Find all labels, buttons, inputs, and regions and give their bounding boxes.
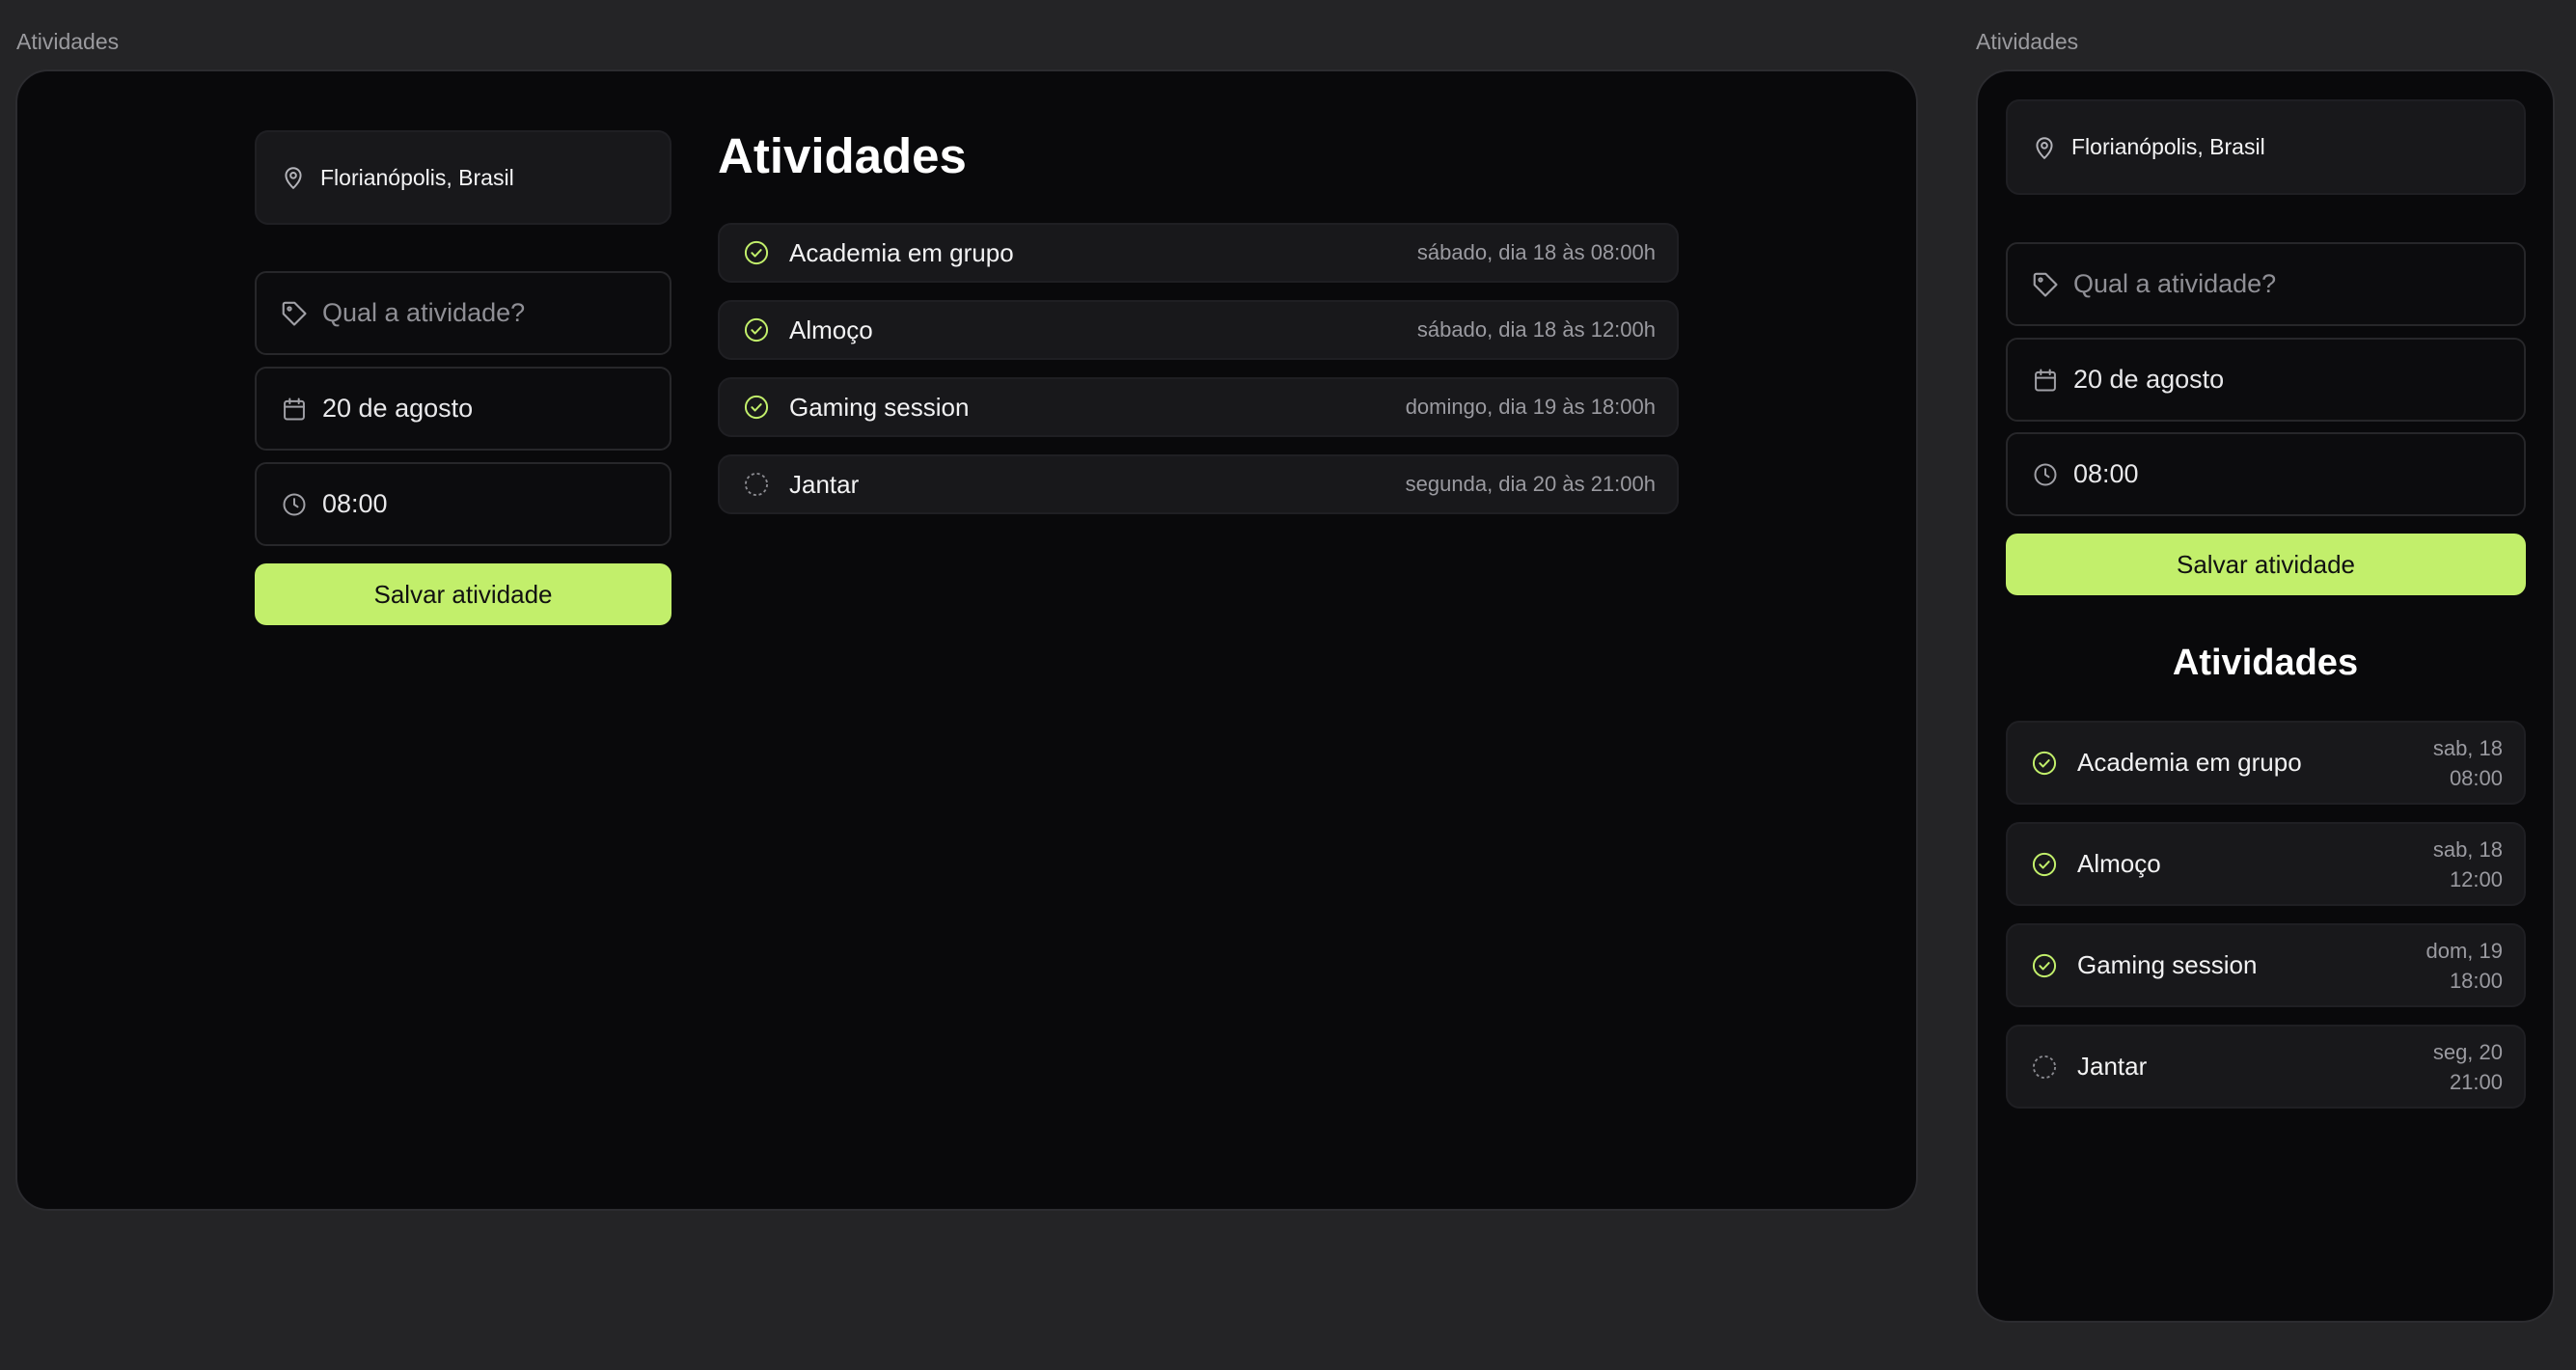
activity-name: Academia em grupo bbox=[789, 237, 1014, 267]
activity-row[interactable]: Gaming session dom, 19 18:00 bbox=[2006, 923, 2526, 1007]
map-pin-icon bbox=[2031, 134, 2058, 161]
activity-name: Almoço bbox=[789, 315, 873, 344]
activity-row[interactable]: Academia em grupo sábado, dia 18 às 08:0… bbox=[718, 223, 1679, 283]
date-input[interactable]: 20 de agosto bbox=[2006, 338, 2526, 422]
location-card: Florianópolis, Brasil bbox=[2006, 99, 2526, 195]
calendar-icon bbox=[2031, 366, 2060, 395]
activity-datetime: sábado, dia 18 às 08:00h bbox=[1416, 240, 1656, 264]
tag-icon bbox=[280, 299, 309, 328]
time-value: 08:00 bbox=[2073, 459, 2139, 488]
activity-day: dom, 19 bbox=[2425, 938, 2504, 963]
activity-day: seg, 20 bbox=[2432, 1039, 2503, 1064]
activity-datetime: sab, 18 12:00 bbox=[2433, 835, 2503, 894]
check-circle-icon[interactable] bbox=[2031, 952, 2058, 979]
desktop-frame: Florianópolis, Brasil Qual a atividade? … bbox=[15, 69, 1918, 1211]
activity-input[interactable]: Qual a atividade? bbox=[255, 271, 671, 355]
activity-time: 12:00 bbox=[2449, 866, 2503, 891]
activity-row[interactable]: Jantar seg, 20 21:00 bbox=[2006, 1025, 2526, 1109]
activity-time: 18:00 bbox=[2449, 968, 2503, 993]
time-input[interactable]: 08:00 bbox=[2006, 432, 2526, 516]
activities-heading: Atividades bbox=[718, 128, 967, 183]
date-input[interactable]: 20 de agosto bbox=[255, 367, 671, 451]
time-value: 08:00 bbox=[322, 489, 388, 518]
activity-day: sab, 18 bbox=[2432, 735, 2503, 760]
activity-name: Jantar bbox=[789, 469, 860, 499]
clock-icon bbox=[280, 490, 309, 519]
activity-name: Gaming session bbox=[2077, 950, 2258, 979]
date-value: 20 de agosto bbox=[2073, 365, 2225, 394]
location-text: Florianópolis, Brasil bbox=[320, 164, 514, 190]
activity-row[interactable]: Jantar segunda, dia 20 às 21:00h bbox=[718, 454, 1679, 514]
dashed-circle-icon[interactable] bbox=[743, 471, 770, 498]
mobile-frame: Florianópolis, Brasil Qual a atividade? … bbox=[1976, 69, 2555, 1323]
activity-datetime: dom, 19 18:00 bbox=[2426, 936, 2504, 996]
location-text: Florianópolis, Brasil bbox=[2071, 134, 2265, 159]
activity-name: Jantar bbox=[2077, 1052, 2148, 1081]
activity-time: 08:00 bbox=[2449, 765, 2503, 790]
time-input[interactable]: 08:00 bbox=[255, 462, 671, 546]
activities-heading: Atividades bbox=[2172, 643, 2359, 683]
desktop-frame-label: Atividades bbox=[16, 29, 120, 54]
mobile-frame-label: Atividades bbox=[1976, 29, 2079, 54]
activity-time: 21:00 bbox=[2449, 1069, 2503, 1094]
activity-datetime: segunda, dia 20 às 21:00h bbox=[1405, 472, 1656, 496]
check-circle-icon[interactable] bbox=[743, 394, 770, 421]
date-value: 20 de agosto bbox=[322, 394, 474, 423]
check-circle-icon[interactable] bbox=[743, 316, 770, 343]
activity-datetime: sábado, dia 18 às 12:00h bbox=[1416, 317, 1656, 342]
activity-name: Academia em grupo bbox=[2077, 748, 2302, 777]
save-activity-button[interactable]: Salvar atividade bbox=[2006, 534, 2526, 595]
tag-icon bbox=[2031, 270, 2060, 299]
activity-row[interactable]: Almoço sab, 18 12:00 bbox=[2006, 822, 2526, 906]
activity-row[interactable]: Academia em grupo sab, 18 08:00 bbox=[2006, 721, 2526, 805]
check-circle-icon[interactable] bbox=[2031, 851, 2058, 878]
activity-input-placeholder: Qual a atividade? bbox=[2073, 269, 2277, 298]
activity-row[interactable]: Almoço sábado, dia 18 às 12:00h bbox=[718, 300, 1679, 360]
dashed-circle-icon[interactable] bbox=[2031, 1054, 2058, 1081]
activity-datetime: domingo, dia 19 às 18:00h bbox=[1405, 395, 1656, 419]
map-pin-icon bbox=[280, 164, 307, 191]
check-circle-icon[interactable] bbox=[743, 239, 770, 266]
activity-input-placeholder: Qual a atividade? bbox=[322, 298, 526, 327]
activity-row[interactable]: Gaming session domingo, dia 19 às 18:00h bbox=[718, 377, 1679, 437]
activity-input[interactable]: Qual a atividade? bbox=[2006, 242, 2526, 326]
activity-datetime: seg, 20 21:00 bbox=[2433, 1037, 2503, 1097]
check-circle-icon[interactable] bbox=[2031, 750, 2058, 777]
activity-name: Almoço bbox=[2077, 849, 2161, 878]
activity-datetime: sab, 18 08:00 bbox=[2433, 733, 2503, 793]
save-activity-button[interactable]: Salvar atividade bbox=[255, 563, 671, 625]
calendar-icon bbox=[280, 395, 309, 424]
activity-name: Gaming session bbox=[789, 392, 970, 422]
clock-icon bbox=[2031, 460, 2060, 489]
location-card: Florianópolis, Brasil bbox=[255, 130, 671, 225]
activity-day: sab, 18 bbox=[2432, 836, 2503, 862]
